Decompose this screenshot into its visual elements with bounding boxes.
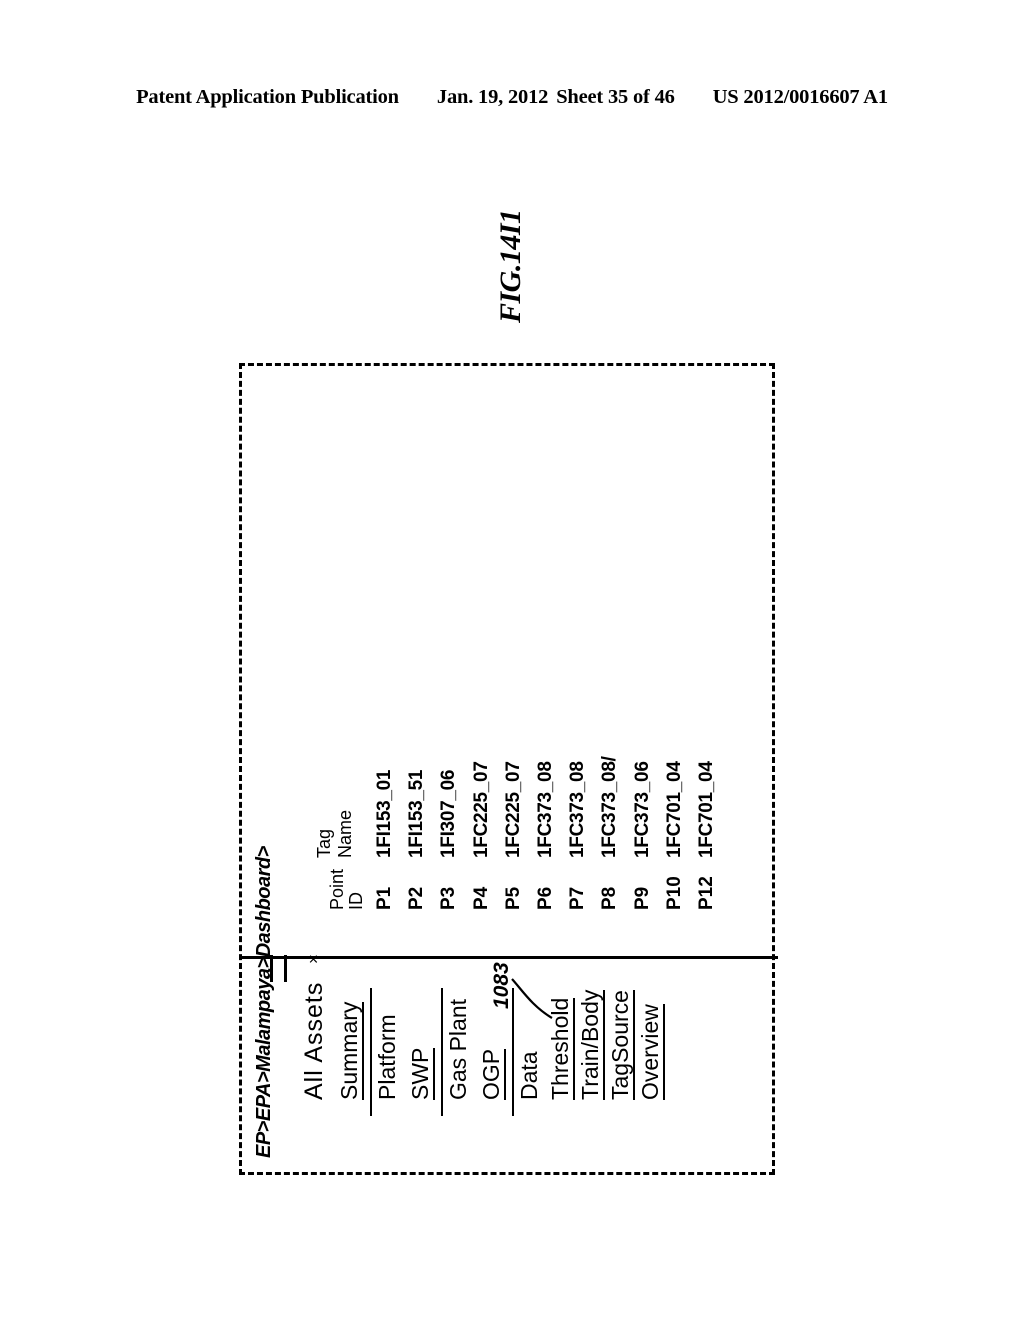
- nav-item-swp[interactable]: SWP: [407, 1047, 435, 1100]
- callout-leader-line: [511, 978, 553, 1019]
- sheet-number: Sheet 35 of 46: [556, 86, 675, 108]
- figure-drawing: EP>EPA>Malampaya>Dashboard> All Assets ×…: [202, 195, 822, 1195]
- cell-point-id: P4: [470, 886, 492, 910]
- breadcrumb[interactable]: EP>EPA>Malampaya>Dashboard>: [253, 846, 275, 1158]
- cell-point-id: P5: [502, 886, 524, 910]
- nav-item-overview[interactable]: Overview: [637, 1004, 665, 1100]
- tab-tick-icon: [270, 955, 273, 982]
- cell-tag-name: 1FC225_07: [470, 761, 492, 858]
- cell-point-id: P9: [631, 886, 653, 910]
- column-header-tag-name: Tag Name: [314, 809, 355, 858]
- nav-item-ogp[interactable]: OGP: [478, 1048, 506, 1100]
- cell-tag-name: 1FC701_04: [695, 761, 717, 858]
- close-icon[interactable]: ×: [304, 954, 324, 964]
- nav-divider: [441, 988, 443, 1116]
- cell-point-id: P10: [663, 876, 685, 910]
- cell-tag-name: 1FC373_06: [631, 761, 653, 858]
- figure-dashed-frame: EP>EPA>Malampaya>Dashboard> All Assets ×…: [239, 363, 778, 1175]
- nav-item-train-body[interactable]: Train/Body: [577, 989, 605, 1100]
- cell-tag-name: 1FC373_08/: [599, 756, 621, 858]
- cell-point-id: P12: [695, 876, 717, 910]
- cell-tag-name: 1FC373_08: [534, 761, 556, 858]
- cell-tag-name: 1FI153_51: [406, 769, 428, 858]
- figure-caption: FIG.14I1: [494, 209, 527, 323]
- cell-tag-name: 1FC701_04: [663, 761, 685, 858]
- nav-divider: [370, 988, 372, 1116]
- cell-point-id: P2: [406, 886, 428, 910]
- cell-tag-name: 1FI153_01: [374, 769, 395, 858]
- patent-sheet-header: Patent Application Publication Jan. 19, …: [0, 86, 1024, 109]
- cell-tag-name: 1FI307_06: [438, 769, 460, 858]
- tab-all-assets[interactable]: All Assets: [300, 982, 328, 1100]
- tab-tick-icon: [284, 955, 287, 982]
- publication-label: Patent Application Publication: [136, 86, 399, 108]
- cell-tag-name: 1FC373_08: [567, 761, 589, 858]
- nav-item-summary[interactable]: Summary: [336, 1001, 364, 1100]
- nav-heading-gas-plant: Gas Plant: [445, 999, 471, 1100]
- column-header-point-id: Point ID: [327, 868, 366, 910]
- cell-tag-name: 1FC225_07: [502, 761, 524, 858]
- nav-heading-data: Data: [516, 1051, 542, 1100]
- cell-point-id: P7: [567, 886, 589, 910]
- patent-number: US 2012/0016607 A1: [712, 86, 888, 108]
- nav-heading-platform: Platform: [374, 1014, 400, 1100]
- cell-point-id: P8: [599, 886, 621, 910]
- cell-point-id: P1: [374, 886, 395, 910]
- cell-point-id: P6: [534, 886, 556, 910]
- nav-item-tag-source[interactable]: TagSource: [607, 990, 635, 1100]
- publication-date: Jan. 19, 2012: [436, 86, 549, 108]
- cell-point-id: P3: [438, 886, 460, 910]
